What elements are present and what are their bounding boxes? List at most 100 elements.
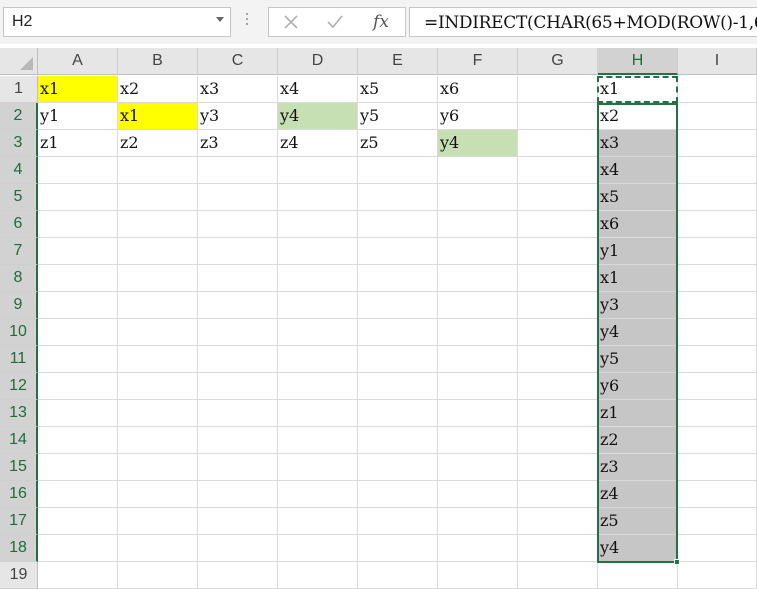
cell-e4[interactable] [358,157,438,184]
row-header-11[interactable]: 11 [0,346,38,373]
cancel-x-icon[interactable] [271,8,311,36]
cell-a8[interactable] [38,265,118,292]
cell-d12[interactable] [278,373,358,400]
cell-i12[interactable] [678,373,757,400]
row-header-4[interactable]: 4 [0,157,38,184]
cell-b16[interactable] [118,481,198,508]
cell-d8[interactable] [278,265,358,292]
cell-h15[interactable]: z3 [598,454,678,481]
cell-i15[interactable] [678,454,757,481]
cell-a5[interactable] [38,184,118,211]
row-header-14[interactable]: 14 [0,427,38,454]
drag-handle-icon[interactable] [245,10,249,32]
cell-h16[interactable]: z4 [598,481,678,508]
cell-d6[interactable] [278,211,358,238]
cell-b2[interactable]: x1 [118,103,198,130]
cell-i14[interactable] [678,427,757,454]
column-header-g[interactable]: G [518,48,598,75]
cell-a15[interactable] [38,454,118,481]
cell-b1[interactable]: x2 [118,76,198,103]
row-header-6[interactable]: 6 [0,211,38,238]
cell-c15[interactable] [198,454,278,481]
cell-g8[interactable] [518,265,598,292]
cell-b6[interactable] [118,211,198,238]
row-header-18[interactable]: 18 [0,535,38,562]
column-header-d[interactable]: D [278,48,358,75]
cell-d16[interactable] [278,481,358,508]
column-header-i[interactable]: I [678,48,757,75]
cell-a14[interactable] [38,427,118,454]
cell-i4[interactable] [678,157,757,184]
cell-f7[interactable] [438,238,518,265]
cell-d14[interactable] [278,427,358,454]
cell-e11[interactable] [358,346,438,373]
column-header-a[interactable]: A [38,48,118,75]
cell-h2[interactable]: x2 [598,103,678,130]
cell-a11[interactable] [38,346,118,373]
column-header-b[interactable]: B [118,48,198,75]
cell-c2[interactable]: y3 [198,103,278,130]
cell-g16[interactable] [518,481,598,508]
cell-a2[interactable]: y1 [38,103,118,130]
cell-h6[interactable]: x6 [598,211,678,238]
cell-e9[interactable] [358,292,438,319]
cell-a12[interactable] [38,373,118,400]
cell-f3[interactable]: y4 [438,130,518,157]
cell-c18[interactable] [198,535,278,562]
cell-i9[interactable] [678,292,757,319]
cell-f19[interactable] [438,562,518,589]
cell-d11[interactable] [278,346,358,373]
cell-b8[interactable] [118,265,198,292]
cell-c12[interactable] [198,373,278,400]
cell-e18[interactable] [358,535,438,562]
row-header-8[interactable]: 8 [0,265,38,292]
cell-b18[interactable] [118,535,198,562]
row-header-9[interactable]: 9 [0,292,38,319]
cell-d2[interactable]: y4 [278,103,358,130]
formula-input[interactable]: =INDIRECT(CHAR(65+MOD(ROW()-1,6 [409,7,757,37]
cell-h11[interactable]: y5 [598,346,678,373]
cell-h13[interactable]: z1 [598,400,678,427]
cell-a18[interactable] [38,535,118,562]
cell-h19[interactable] [598,562,678,589]
cell-e16[interactable] [358,481,438,508]
cell-f13[interactable] [438,400,518,427]
cell-d5[interactable] [278,184,358,211]
cell-i11[interactable] [678,346,757,373]
cell-c10[interactable] [198,319,278,346]
cell-b15[interactable] [118,454,198,481]
cell-e10[interactable] [358,319,438,346]
cell-d18[interactable] [278,535,358,562]
cell-g1[interactable] [518,76,598,103]
cell-f4[interactable] [438,157,518,184]
cell-d1[interactable]: x4 [278,76,358,103]
cell-h10[interactable]: y4 [598,319,678,346]
cell-i7[interactable] [678,238,757,265]
cell-i17[interactable] [678,508,757,535]
cell-i6[interactable] [678,211,757,238]
cell-a1[interactable]: x1 [38,76,118,103]
cell-g14[interactable] [518,427,598,454]
cell-d7[interactable] [278,238,358,265]
cell-b17[interactable] [118,508,198,535]
cell-h5[interactable]: x5 [598,184,678,211]
cell-g12[interactable] [518,373,598,400]
row-header-1[interactable]: 1 [0,76,38,103]
cell-g2[interactable] [518,103,598,130]
cell-c5[interactable] [198,184,278,211]
cell-h8[interactable]: x1 [598,265,678,292]
cell-a6[interactable] [38,211,118,238]
row-header-3[interactable]: 3 [0,130,38,157]
cell-c17[interactable] [198,508,278,535]
cell-e6[interactable] [358,211,438,238]
cell-f17[interactable] [438,508,518,535]
cell-f16[interactable] [438,481,518,508]
cell-b10[interactable] [118,319,198,346]
cell-g7[interactable] [518,238,598,265]
cell-b13[interactable] [118,400,198,427]
cell-d4[interactable] [278,157,358,184]
cell-a7[interactable] [38,238,118,265]
cell-c8[interactable] [198,265,278,292]
row-header-17[interactable]: 17 [0,508,38,535]
cell-i16[interactable] [678,481,757,508]
